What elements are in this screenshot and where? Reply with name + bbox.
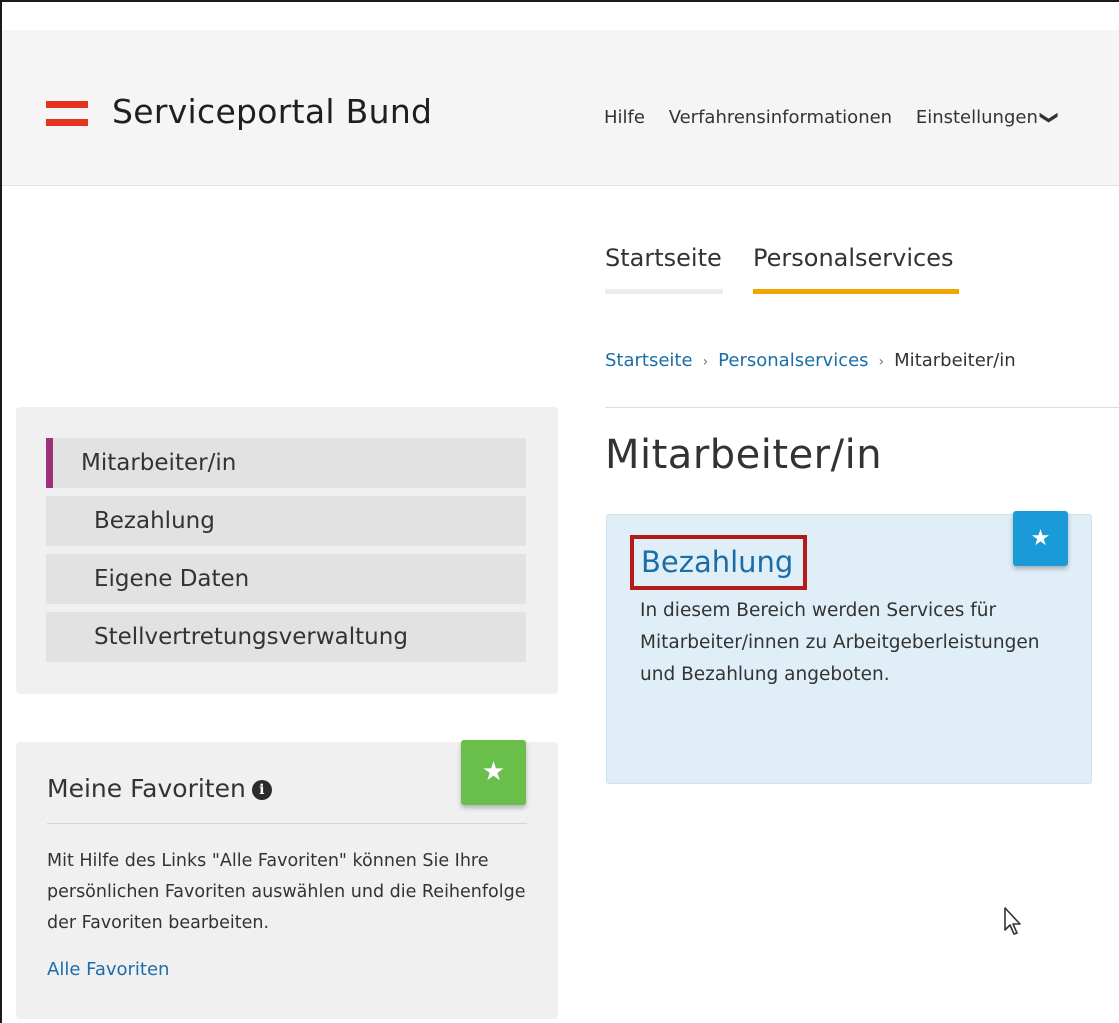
sidebar-item-bezahlung[interactable]: Bezahlung <box>46 496 526 546</box>
breadcrumb-separator-icon: › <box>878 354 885 370</box>
favorites-divider <box>47 823 527 824</box>
mouse-pointer-icon <box>1004 907 1021 935</box>
procedure-info-link[interactable]: Verfahrensinformationen <box>669 107 892 128</box>
settings-menu[interactable]: Einstellungen❯ <box>915 107 1060 128</box>
breadcrumb-separator-icon: › <box>702 354 709 370</box>
tab-personalservices-underline <box>753 289 959 294</box>
favorites-title: Meine Favoriten i <box>47 774 272 803</box>
star-icon: ★ <box>481 757 506 787</box>
breadcrumb: Startseite › Personalservices › Mitarbeiter/… <box>605 350 1016 371</box>
card-description: In diesem Bereich werden Services für Mi… <box>640 600 1040 685</box>
sidebar-item-eigene-daten[interactable]: Eigene Daten <box>46 554 526 604</box>
star-icon: ★ <box>1030 526 1051 551</box>
breadcrumb-current: Mitarbeiter/in <box>894 350 1016 371</box>
sidebar-subnav: Mitarbeiter/in Bezahlung Eigene Daten St… <box>16 407 558 694</box>
favorites-star-button[interactable]: ★ <box>461 740 526 805</box>
card-title-highlight: Bezahlung <box>630 535 807 590</box>
austria-flag-logo-icon <box>46 101 88 129</box>
top-nav: Hilfe Verfahrensinformationen Einstellun… <box>604 107 1075 128</box>
card-favorite-star-button[interactable]: ★ <box>1013 511 1068 566</box>
page-frame: Serviceportal Bund Hilfe Verfahrensinfor… <box>0 0 1119 1023</box>
help-link[interactable]: Hilfe <box>604 107 645 128</box>
chevron-down-icon: ❯ <box>1038 109 1060 126</box>
sidebar-item-stellvertretung[interactable]: Stellvertretungsverwaltung <box>46 612 526 662</box>
site-logo-text[interactable]: Serviceportal Bund <box>112 92 432 131</box>
card-title-link[interactable]: Bezahlung <box>641 539 803 585</box>
site-header: Serviceportal Bund Hilfe Verfahrensinfor… <box>2 30 1119 186</box>
all-favorites-link[interactable]: Alle Favoriten <box>47 959 169 980</box>
tab-personalservices[interactable]: Personalservices <box>753 244 954 272</box>
settings-label: Einstellungen <box>915 107 1038 128</box>
info-icon[interactable]: i <box>251 780 272 800</box>
breadcrumb-divider <box>605 407 1119 408</box>
favorites-description: Mit Hilfe des Links "Alle Favoriten" kön… <box>47 851 526 933</box>
breadcrumb-personalservices[interactable]: Personalservices <box>718 350 868 371</box>
favorites-title-text: Meine Favoriten <box>47 774 246 803</box>
breadcrumb-startseite[interactable]: Startseite <box>605 350 693 371</box>
tab-startseite-underline <box>605 289 723 294</box>
tab-startseite[interactable]: Startseite <box>605 244 722 272</box>
sidebar-item-mitarbeiter[interactable]: Mitarbeiter/in <box>46 438 526 488</box>
page-title: Mitarbeiter/in <box>605 432 883 478</box>
